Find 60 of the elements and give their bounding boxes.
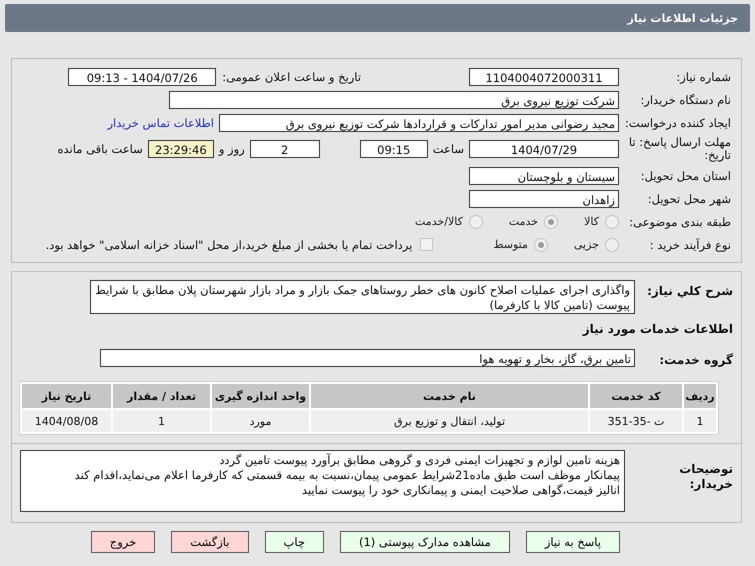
checkbox[interactable] xyxy=(420,238,434,251)
column-header: ردیف xyxy=(684,384,716,408)
table-cell: ت -35-351 xyxy=(590,410,682,432)
field-label: مهلت ارسال پاسخ: تا تاریخ: xyxy=(628,136,731,162)
announce-date-field: 1404/07/26 - 09:13 xyxy=(68,68,216,86)
radio-button[interactable] xyxy=(605,238,619,252)
action-button[interactable]: پاسخ به نیاز xyxy=(526,531,620,553)
deadline-date-field: 1404/07/29 xyxy=(469,140,619,158)
description-textarea[interactable]: واگذاری اجرای عملیات اصلاح کانون های خطر روستاهای جمک بازار و مراد بازار شهرستان پلان مطابق با شرایط پیوست (تامین کالا با کارفرما) xyxy=(90,280,635,314)
city-field: زاهدان xyxy=(469,190,619,208)
creator-field: مجید رضوانی مدیر امور تدارکات و قراردادها شرکت توزیع نیروی برق xyxy=(219,114,619,132)
field-label: شرح کلي نیاز: xyxy=(646,283,733,298)
time-label: ساعت xyxy=(432,142,464,156)
action-button[interactable]: چاپ xyxy=(264,531,324,553)
field-label: نام دستگاه خریدار: xyxy=(639,92,731,106)
field-label: شهر محل تحویل: xyxy=(646,192,731,206)
section-heading: اطلاعات خدمات مورد نیاز xyxy=(581,322,733,336)
radio-option[interactable]: کالا xyxy=(584,214,619,228)
days-field: 2 xyxy=(250,140,320,158)
radio-option[interactable]: کالا/خدمت xyxy=(415,214,483,228)
table-cell: تولید، انتقال و توزیع برق xyxy=(311,410,588,432)
field-label: نوع فرآیند خرید : xyxy=(648,238,731,252)
table-cell: 1404/08/08 xyxy=(22,410,111,432)
buyer-field: شرکت توزیع نیروی برق xyxy=(169,90,619,108)
radio-option[interactable]: خدمت xyxy=(508,214,558,228)
table-cell: 1 xyxy=(113,410,210,432)
action-button[interactable]: بازگشت xyxy=(171,531,248,553)
remaining-label: ساعت باقی مانده xyxy=(58,142,143,156)
column-header: تاریخ نیاز xyxy=(22,384,111,408)
field-label: ایجاد کننده درخواست: xyxy=(624,116,731,130)
field-label: گروه خدمت: xyxy=(658,352,733,366)
contact-link[interactable]: اطلاعات تماس خریدار xyxy=(107,116,214,130)
table-cell: 1 xyxy=(684,410,716,432)
need-number-field: 1104004072000311 xyxy=(469,68,619,86)
radio-option[interactable]: متوسط xyxy=(493,238,548,252)
field-label: استان محل تحویل: xyxy=(640,168,731,182)
column-header: کد خدمت xyxy=(590,384,682,408)
field-label: شماره نیاز: xyxy=(675,70,731,84)
field-label: تاریخ و ساعت اعلان عمومی: xyxy=(222,70,361,84)
treasury-label: پرداخت تمام یا بخشی از مبلغ خرید،از محل "اسناد خزانه اسلامی" خواهد بود. xyxy=(46,238,412,252)
service-group-field: تامین برق، گاز، بخار و تهویه هوا xyxy=(100,348,635,366)
radio-button[interactable] xyxy=(605,214,619,228)
province-field: سیستان و بلوچستان xyxy=(469,166,619,184)
days-label: روز و xyxy=(218,142,245,156)
radio-button[interactable] xyxy=(468,214,483,228)
field-label: طبقه بندی موضوعی: xyxy=(628,214,731,228)
radio-button[interactable] xyxy=(534,238,548,252)
radio-button[interactable] xyxy=(544,214,558,228)
field-label: توضیحات خریدار: xyxy=(678,461,733,492)
action-button[interactable]: خروج xyxy=(90,531,156,553)
radio-option[interactable]: جزیی xyxy=(574,238,619,252)
table-cell: مورد xyxy=(212,410,309,432)
remaining-time-field: 23:29:46 xyxy=(148,140,214,158)
column-header: نام خدمت xyxy=(311,384,588,408)
column-header: واحد اندازه گیری xyxy=(212,384,309,408)
column-header: تعداد / مقدار xyxy=(113,384,210,408)
action-button[interactable]: مشاهده مدارک پیوستی (1) xyxy=(340,531,510,553)
deadline-time-field: 09:15 xyxy=(360,140,428,158)
buyer-notes-textarea[interactable]: هزینه تامین لوازم و تجهیزات ایمنی فردی و گروهی مطابق برآورد پیوست تامین گردد پیمانکار موظف است طبق ماده21شرایط عمومی پیمان،نسبت به بیمه قسمتی که کارفرما اعلام می‌نماید،اقدام کند انالیز قیمت،گواهی صلاحیت ایمنی و پیمانکاری خود را پیوست نمایید xyxy=(20,450,625,512)
page-title: جزئیات اطلاعات نیاز xyxy=(628,12,738,24)
